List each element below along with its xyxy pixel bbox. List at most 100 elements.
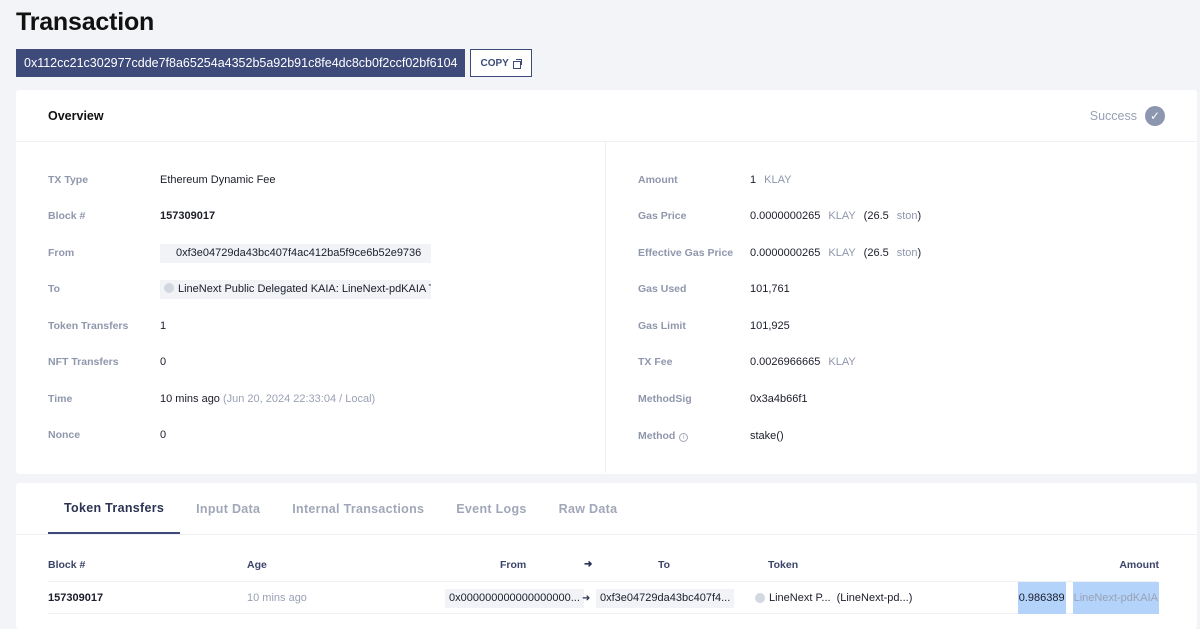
header-amount: Amount: [1119, 559, 1159, 571]
field-value: 1: [750, 174, 757, 186]
to-address-link[interactable]: LineNext Public Delegated KAIA: LineNext…: [160, 279, 431, 299]
field-value: 0x3a4b66f1: [750, 393, 808, 405]
field-label: Nonce: [48, 429, 81, 441]
field-label: MethodSig: [638, 393, 692, 405]
overview-title: Overview: [48, 108, 104, 123]
field-block: Block # 157309017: [48, 206, 215, 226]
table-row: 157309017 10 mins ago 0x0000000000000000…: [48, 582, 1159, 614]
field-label: Method i: [638, 430, 750, 442]
overview-left-column: TX Type Ethereum Dynamic Fee Block # 157…: [16, 142, 606, 473]
status-badge: Success ✓: [1089, 105, 1165, 126]
field-value: 0.0000000265: [750, 247, 821, 259]
field-method: Method i stake(): [638, 426, 784, 446]
row-from-address-link[interactable]: 0x000000000000000000...: [445, 588, 584, 608]
header-token: Token: [768, 559, 799, 571]
tab-token-transfers[interactable]: Token Transfers: [48, 483, 181, 534]
tx-hash-row: 0x112cc21c302977cdde7f8a65254a4352b5a92b…: [16, 49, 532, 77]
field-method-sig: MethodSig 0x3a4b66f1: [638, 389, 808, 409]
method-label-text: Method: [638, 430, 676, 442]
field-tx-type: TX Type Ethereum Dynamic Fee: [48, 170, 276, 190]
header-from: From: [500, 559, 527, 571]
copy-icon: [512, 58, 522, 69]
token-symbol: (LineNext-pd...): [836, 592, 913, 604]
field-gas-used: Gas Used 101,761: [638, 279, 790, 299]
field-label: Amount: [638, 174, 678, 186]
amount-unit: LineNext-pdKAIA: [1072, 582, 1159, 614]
ston-close: ): [917, 210, 922, 222]
field-value: Ethereum Dynamic Fee: [160, 174, 276, 186]
tab-raw-data[interactable]: Raw Data: [543, 483, 634, 534]
field-effective-gas-price: Effective Gas Price 0.0000000265 KLAY (2…: [638, 243, 921, 263]
table-header: Block # Age From ➜ To Token Amount: [48, 535, 1159, 582]
field-gas-price: Gas Price 0.0000000265 KLAY (26.5 ston ): [638, 206, 921, 226]
tab-event-logs[interactable]: Event Logs: [440, 483, 542, 534]
field-value: 0.0000000265: [750, 210, 821, 222]
token-name-link[interactable]: LineNext P...: [769, 592, 831, 604]
field-label: TX Fee: [638, 356, 673, 368]
field-from: From 0xf3e04729da43bc407f4ac412ba5f9ce6b…: [48, 243, 431, 263]
field-tx-fee: TX Fee 0.0026966665 KLAY: [638, 352, 856, 372]
field-value: 10 mins ago: [160, 393, 220, 405]
row-block-link[interactable]: 157309017: [48, 582, 103, 614]
field-unit: KLAY: [828, 356, 856, 368]
tab-input-data[interactable]: Input Data: [180, 483, 276, 534]
field-nonce: Nonce 0: [48, 425, 166, 445]
row-token: LineNext P... (LineNext-pd...): [755, 582, 912, 614]
field-label: Effective Gas Price: [638, 247, 734, 259]
tx-hash: 0x112cc21c302977cdde7f8a65254a4352b5a92b…: [16, 49, 466, 77]
row-amount: 0.986389 LineNext-pdKAIA: [1017, 582, 1159, 614]
field-amount: Amount 1 KLAY: [638, 170, 791, 190]
field-value: 0: [160, 429, 167, 441]
field-label: Token Transfers: [48, 320, 129, 332]
ston-unit: ston: [896, 247, 918, 259]
status-text: Success: [1089, 108, 1137, 123]
ston-value: (26.5: [863, 247, 889, 259]
field-value: 0.0026966665: [750, 356, 821, 368]
field-label: Block #: [48, 210, 86, 222]
header-arrow-icon: ➜: [584, 559, 593, 570]
arrow-right-icon: ➜: [582, 592, 591, 604]
copy-button[interactable]: COPY: [470, 49, 532, 77]
row-to-address-link[interactable]: 0xf3e04729da43bc407f4...: [596, 588, 735, 608]
field-gas-limit: Gas Limit 101,925: [638, 316, 790, 336]
field-label: Gas Used: [638, 283, 687, 295]
ston-close: ): [917, 247, 922, 259]
field-unit: KLAY: [764, 174, 792, 186]
field-value: 1: [160, 320, 167, 332]
field-nft-transfers: NFT Transfers 0: [48, 352, 166, 372]
field-label: Time: [48, 393, 73, 405]
field-to: To LineNext Public Delegated KAIA: LineN…: [48, 279, 431, 299]
overview-card: Overview Success ✓ TX Type Ethereum Dyna…: [16, 90, 1197, 474]
amount-value: 0.986389: [1017, 582, 1066, 614]
from-address-link[interactable]: 0xf3e04729da43bc407f4ac412ba5f9ce6b52e97…: [160, 243, 431, 263]
field-label: To: [48, 283, 61, 295]
field-label: Gas Price: [638, 210, 687, 222]
to-address-text: LineNext Public Delegated KAIA: LineNext…: [178, 282, 431, 295]
tab-internal-transactions[interactable]: Internal Transactions: [276, 483, 440, 534]
overview-right-column: Amount 1 KLAY Gas Price 0.0000000265 KLA…: [606, 142, 1197, 473]
token-icon: [755, 593, 765, 603]
check-icon: ✓: [1145, 105, 1165, 126]
field-token-transfers: Token Transfers 1: [48, 316, 166, 336]
field-value: 0: [160, 356, 167, 368]
token-icon: [164, 282, 174, 293]
info-icon[interactable]: i: [679, 433, 689, 442]
field-label: TX Type: [48, 174, 89, 186]
detail-tabs: Token Transfers Input Data Internal Tran…: [16, 483, 1197, 535]
field-label: Gas Limit: [638, 320, 686, 332]
overview-header: Overview Success ✓: [16, 90, 1197, 142]
block-link[interactable]: 157309017: [160, 210, 215, 222]
time-detail: (Jun 20, 2024 22:33:04 / Local): [222, 393, 376, 405]
page-title: Transaction: [16, 8, 155, 36]
details-card: Token Transfers Input Data Internal Tran…: [16, 483, 1197, 629]
copy-button-label: COPY: [480, 57, 509, 69]
token-transfers-table: Block # Age From ➜ To Token Amount 15730…: [48, 535, 1159, 614]
field-unit: KLAY: [828, 210, 856, 222]
field-label: From: [48, 247, 75, 259]
field-unit: KLAY: [828, 247, 856, 259]
row-age: 10 mins ago: [247, 592, 307, 604]
field-label: NFT Transfers: [48, 356, 119, 368]
field-time: Time 10 mins ago (Jun 20, 2024 22:33:04 …: [48, 389, 375, 409]
ston-value: (26.5: [863, 210, 889, 222]
field-value: 101,925: [750, 320, 790, 332]
